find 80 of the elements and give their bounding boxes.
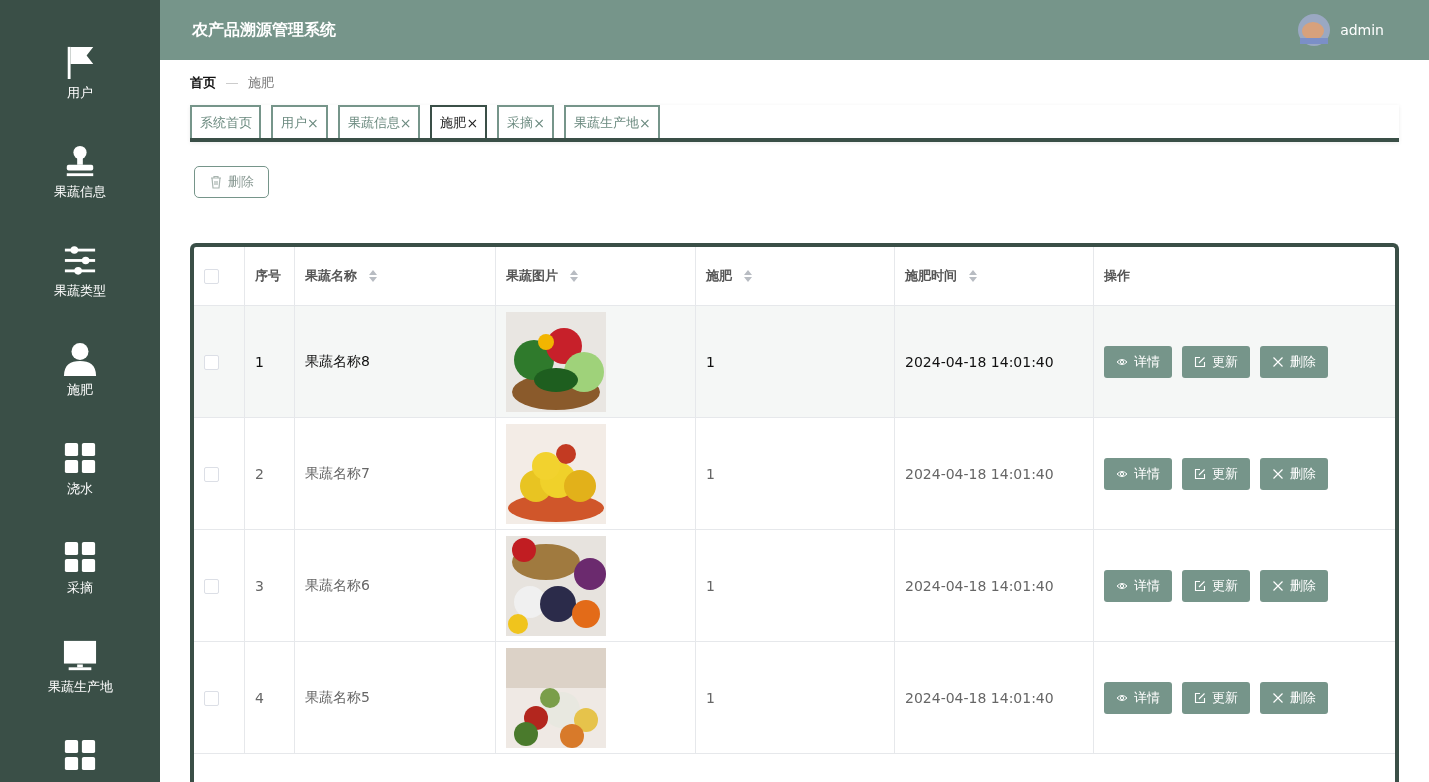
delete-button[interactable]: 删除 — [1260, 457, 1328, 490]
update-button[interactable]: 更新 — [1182, 457, 1250, 490]
breadcrumb-item: 施肥 — [248, 74, 274, 92]
update-button[interactable]: 更新 — [1182, 345, 1250, 378]
edit-icon — [1194, 579, 1206, 592]
tab[interactable]: 采摘× — [497, 105, 554, 138]
avatar-icon — [1298, 14, 1331, 46]
table-cell: 2 — [244, 417, 295, 530]
tab[interactable]: 用户× — [271, 105, 328, 138]
app-title: 农产品溯源管理系统 — [192, 19, 336, 41]
sidebar-item[interactable]: 果蔬类型 — [0, 242, 160, 341]
table-cell: 1 — [695, 641, 895, 754]
user-icon — [63, 341, 97, 377]
update-button[interactable]: 更新 — [1182, 681, 1250, 714]
edit-icon — [1194, 467, 1206, 480]
sort-icon[interactable] — [967, 269, 978, 283]
edit-icon — [1194, 691, 1206, 704]
sidebar-item[interactable]: 果蔬信息 — [0, 143, 160, 242]
details-button[interactable]: 详情 — [1104, 569, 1172, 602]
sort-icon[interactable] — [742, 269, 753, 283]
close-icon[interactable]: × — [638, 114, 651, 131]
edit-icon — [1194, 355, 1206, 368]
delete-button[interactable]: 删除 — [1260, 681, 1328, 714]
trash-icon — [209, 175, 223, 189]
user-name[interactable]: admin — [1340, 22, 1384, 38]
row-checkbox[interactable] — [204, 578, 219, 594]
grid-icon — [63, 440, 97, 476]
table-cell: 1 — [695, 305, 895, 418]
sort-icon[interactable] — [568, 269, 579, 283]
close-icon — [1272, 355, 1284, 368]
select-all-checkbox[interactable] — [204, 269, 219, 284]
delete-button[interactable]: 删除 — [1260, 345, 1328, 378]
table-cell: 2024-04-18 14:01:40 — [894, 305, 1094, 418]
grid-icon — [63, 737, 97, 773]
row-checkbox[interactable] — [204, 690, 219, 706]
row-checkbox[interactable] — [204, 354, 219, 370]
sidebar-item[interactable]: 果蔬生产地 — [0, 638, 160, 737]
details-button[interactable]: 详情 — [1104, 681, 1172, 714]
sidebar-item[interactable]: 施肥 — [0, 341, 160, 440]
table-cell: 2024-04-18 14:01:40 — [894, 417, 1094, 530]
table-cell: 果蔬名称8 — [294, 305, 496, 418]
sidebar-item[interactable]: 采摘 — [0, 539, 160, 638]
column-header[interactable]: 施肥 — [695, 247, 895, 306]
column-header: 操作 — [1093, 247, 1395, 306]
table-cell: 2024-04-18 14:01:40 — [894, 529, 1094, 642]
tab[interactable]: 系统首页 — [190, 105, 261, 138]
update-button[interactable]: 更新 — [1182, 569, 1250, 602]
column-header: 序号 — [244, 247, 295, 306]
table-cell: 果蔬名称5 — [294, 641, 496, 754]
breadcrumb-item[interactable]: 首页 — [190, 74, 216, 92]
sort-icon[interactable] — [367, 269, 378, 283]
column-header[interactable]: 果蔬图片 — [495, 247, 696, 306]
details-button[interactable]: 详情 — [1104, 345, 1172, 378]
sidebar-item[interactable]: 用户 — [0, 44, 160, 143]
table-cell: 1 — [244, 305, 295, 418]
table-cell: 果蔬名称7 — [294, 417, 496, 530]
close-icon[interactable]: × — [533, 114, 545, 131]
table-cell: 1 — [695, 529, 895, 642]
close-icon[interactable]: × — [307, 114, 319, 131]
sidebar-item[interactable]: 浇水 — [0, 440, 160, 539]
details-button[interactable]: 详情 — [1104, 457, 1172, 490]
delete-button[interactable]: 删除 — [1260, 569, 1328, 602]
delete-button[interactable]: 删除 — [194, 166, 269, 198]
close-icon — [1272, 467, 1284, 480]
close-icon[interactable]: × — [399, 114, 412, 131]
close-icon[interactable]: × — [466, 114, 479, 131]
tab[interactable]: 果蔬信息× — [337, 105, 421, 138]
table-cell: 3 — [244, 529, 295, 642]
table-cell: 2024-04-18 14:01:40 — [894, 641, 1094, 754]
tab[interactable]: 施肥× — [430, 105, 488, 138]
table-cell: 1 — [695, 417, 895, 530]
table-cell: 果蔬名称6 — [294, 529, 496, 642]
grid-icon — [63, 539, 97, 575]
row-checkbox[interactable] — [204, 466, 219, 482]
tab[interactable]: 果蔬生产地× — [563, 105, 660, 138]
close-icon — [1272, 691, 1284, 704]
column-header[interactable]: 施肥时间 — [894, 247, 1094, 306]
close-icon — [1272, 579, 1284, 592]
table-cell: 4 — [244, 641, 295, 754]
column-header[interactable]: 果蔬名称 — [294, 247, 496, 306]
